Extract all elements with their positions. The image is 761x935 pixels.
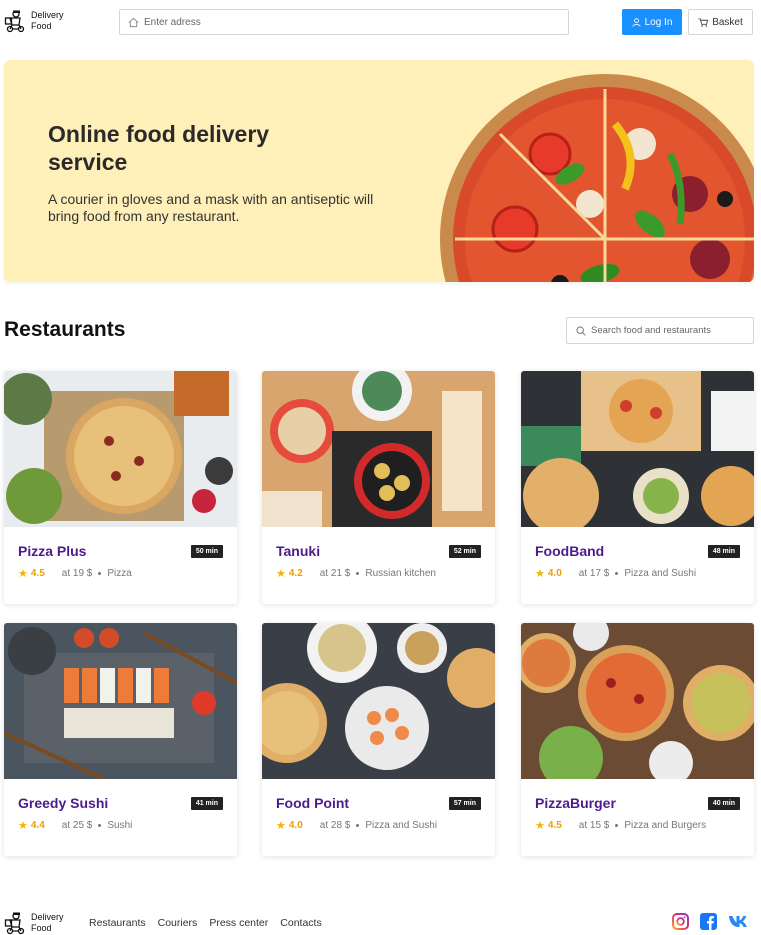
courier-logo-icon bbox=[4, 912, 25, 935]
footer-link-couriers[interactable]: Couriers bbox=[158, 917, 198, 929]
star-icon: ★ bbox=[276, 820, 286, 832]
restaurant-card[interactable]: PizzaBurger 40 min ★ 4.5 at 15 $ Pizza a… bbox=[521, 623, 754, 856]
vk-icon[interactable] bbox=[728, 913, 752, 930]
search-field[interactable] bbox=[566, 317, 754, 344]
separator-dot bbox=[356, 824, 360, 827]
restaurant-card[interactable]: Tanuki 52 min ★ 4.2 at 21 $ Russian kitc… bbox=[262, 371, 495, 604]
restaurant-card[interactable]: FoodBand 48 min ★ 4.0 at 17 $ Pizza and … bbox=[521, 371, 754, 604]
logo-line1: Delivery bbox=[31, 10, 64, 20]
cart-icon bbox=[698, 17, 709, 27]
delivery-time-badge: 52 min bbox=[448, 545, 481, 558]
restaurant-name: Pizza Plus bbox=[18, 543, 87, 559]
delivery-time-badge: 48 min bbox=[707, 545, 740, 558]
login-button[interactable]: Log In bbox=[622, 9, 682, 35]
restaurant-image bbox=[262, 371, 495, 527]
separator-dot bbox=[615, 824, 619, 827]
promo-banner: Online food delivery service A courier i… bbox=[4, 60, 754, 282]
footer-link-restaurants[interactable]: Restaurants bbox=[89, 917, 146, 929]
address-input[interactable] bbox=[144, 16, 544, 28]
separator-dot bbox=[98, 824, 102, 827]
social-links bbox=[672, 913, 752, 930]
logo-text: Delivery Food bbox=[31, 10, 64, 32]
category: Pizza and Burgers bbox=[624, 820, 707, 831]
restaurant-info: ★ 4.4 at 25 $ Sushi bbox=[18, 819, 132, 832]
category: Pizza bbox=[107, 568, 132, 579]
restaurant-info: ★ 4.0 at 28 $ Pizza and Sushi bbox=[276, 819, 437, 832]
restaurant-info: ★ 4.5 at 19 $ Pizza bbox=[18, 567, 132, 580]
delivery-time-badge: 57 min bbox=[448, 797, 481, 810]
restaurant-card[interactable]: Food Point 57 min ★ 4.0 at 28 $ Pizza an… bbox=[262, 623, 495, 856]
restaurant-image bbox=[521, 371, 754, 527]
restaurant-name: FoodBand bbox=[535, 543, 605, 559]
pizza-image bbox=[440, 74, 754, 282]
header: Delivery Food Log In Basket bbox=[0, 0, 761, 44]
instagram-icon[interactable] bbox=[672, 913, 689, 930]
category: Pizza and Sushi bbox=[624, 568, 697, 579]
restaurant-image bbox=[4, 371, 237, 527]
price: at 28 $ bbox=[319, 820, 351, 831]
price: at 15 $ bbox=[578, 820, 610, 831]
footer-logo-line2: Food bbox=[31, 923, 52, 933]
restaurant-info: ★ 4.0 at 17 $ Pizza and Sushi bbox=[535, 567, 696, 580]
rating: 4.5 bbox=[30, 568, 45, 579]
separator-dot bbox=[615, 572, 619, 575]
rating: 4.4 bbox=[30, 820, 45, 831]
restaurants-title: Restaurants bbox=[4, 318, 126, 341]
category: Pizza and Sushi bbox=[365, 820, 438, 831]
separator-dot bbox=[356, 572, 360, 575]
courier-logo-icon bbox=[4, 10, 25, 33]
logo[interactable]: Delivery Food bbox=[4, 9, 64, 33]
footer-link-contacts[interactable]: Contacts bbox=[280, 917, 321, 929]
basket-button[interactable]: Basket bbox=[688, 9, 753, 35]
delivery-time-badge: 50 min bbox=[190, 545, 223, 558]
restaurant-info: ★ 4.2 at 21 $ Russian kitchen bbox=[276, 567, 436, 580]
logo-line2: Food bbox=[31, 21, 52, 31]
address-field[interactable] bbox=[119, 9, 569, 35]
footer-logo-line1: Delivery bbox=[31, 912, 64, 922]
basket-label: Basket bbox=[712, 16, 743, 28]
restaurant-name: PizzaBurger bbox=[535, 795, 616, 811]
star-icon: ★ bbox=[535, 568, 545, 580]
rating: 4.2 bbox=[288, 568, 303, 579]
restaurant-image bbox=[4, 623, 237, 779]
price: at 25 $ bbox=[61, 820, 93, 831]
search-input[interactable] bbox=[591, 325, 751, 336]
restaurant-card[interactable]: Greedy Sushi 41 min ★ 4.4 at 25 $ Sushi bbox=[4, 623, 237, 856]
star-icon: ★ bbox=[535, 820, 545, 832]
restaurant-name: Tanuki bbox=[276, 543, 321, 559]
price: at 21 $ bbox=[319, 568, 351, 579]
promo-text: A courier in gloves and a mask with an a… bbox=[48, 191, 374, 224]
restaurant-card[interactable]: Pizza Plus 50 min ★ 4.5 at 19 $ Pizza bbox=[4, 371, 237, 604]
star-icon: ★ bbox=[18, 568, 28, 580]
restaurant-info: ★ 4.5 at 15 $ Pizza and Burgers bbox=[535, 819, 706, 832]
category: Sushi bbox=[107, 820, 133, 831]
footer-logo-text: Delivery Food bbox=[31, 912, 64, 934]
star-icon: ★ bbox=[18, 820, 28, 832]
login-label: Log In bbox=[644, 16, 673, 28]
restaurant-name: Greedy Sushi bbox=[18, 795, 109, 811]
separator-dot bbox=[98, 572, 102, 575]
search-icon bbox=[576, 325, 586, 336]
promo-title: Online food delivery service bbox=[48, 121, 270, 175]
star-icon: ★ bbox=[276, 568, 286, 580]
facebook-icon[interactable] bbox=[700, 913, 717, 930]
restaurant-image bbox=[262, 623, 495, 779]
rating: 4.0 bbox=[547, 568, 562, 579]
rating: 4.5 bbox=[547, 820, 562, 831]
home-icon bbox=[128, 17, 139, 27]
footer: Delivery Food Restaurants Couriers Press… bbox=[0, 905, 761, 935]
rating: 4.0 bbox=[288, 820, 303, 831]
category: Russian kitchen bbox=[365, 568, 436, 579]
footer-nav: Restaurants Couriers Press center Contac… bbox=[89, 917, 322, 929]
restaurant-name: Food Point bbox=[276, 795, 350, 811]
price: at 19 $ bbox=[61, 568, 93, 579]
footer-link-press-center[interactable]: Press center bbox=[209, 917, 268, 929]
footer-logo[interactable]: Delivery Food bbox=[4, 911, 64, 935]
price: at 17 $ bbox=[578, 568, 610, 579]
delivery-time-badge: 40 min bbox=[707, 797, 740, 810]
restaurant-image bbox=[521, 623, 754, 779]
user-icon bbox=[632, 17, 641, 27]
delivery-time-badge: 41 min bbox=[190, 797, 223, 810]
